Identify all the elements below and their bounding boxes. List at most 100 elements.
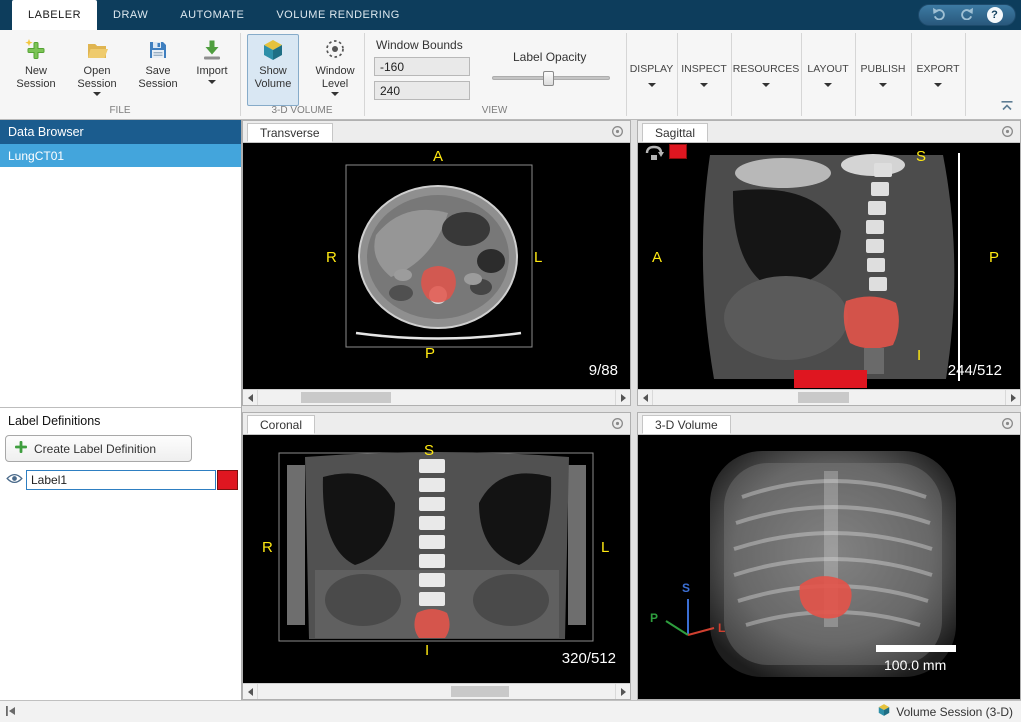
import-label: Import (196, 65, 228, 77)
ribbon-toolstrip: New Session Open Session Save Session Im… (0, 30, 1021, 120)
window-max-input[interactable] (374, 81, 470, 100)
orientation-superior: S (916, 148, 927, 165)
coronal-slice-scrollbar[interactable] (243, 683, 630, 699)
scroll-left-icon[interactable] (243, 390, 258, 405)
export-group-label: EXPORT (916, 63, 960, 75)
data-browser-item-lungct01[interactable]: LungCT01 (0, 144, 241, 167)
volume-cube-icon (261, 38, 285, 62)
resources-group-label: RESOURCES (732, 63, 800, 75)
window-level-label: Window Level (315, 65, 355, 90)
coronal-label-overlay (414, 609, 450, 638)
create-label-plus-icon (14, 440, 28, 457)
label-name-input[interactable] (26, 470, 216, 490)
file-section-label: FILE (109, 105, 131, 116)
display-group-dropdown[interactable]: DISPLAY (628, 30, 675, 120)
volume3d-settings-icon[interactable] (1001, 417, 1014, 433)
scroll-left-icon[interactable] (638, 390, 653, 405)
ribbon-separator (911, 33, 912, 116)
window-min-input[interactable] (374, 57, 470, 76)
transverse-slice-scrollbar[interactable] (243, 389, 630, 405)
tab-draw[interactable]: DRAW (97, 0, 164, 30)
scale-bar (876, 645, 956, 652)
ribbon-separator (965, 33, 966, 116)
transverse-tab[interactable]: Transverse (247, 123, 333, 142)
transverse-image[interactable]: A R L P 9/88 (243, 143, 630, 389)
scroll-right-icon[interactable] (615, 684, 630, 699)
resources-group-dropdown[interactable]: RESOURCES (733, 30, 799, 120)
orientation-anterior: A (652, 249, 663, 266)
label-opacity-slider[interactable] (492, 71, 610, 86)
collapse-ribbon-icon[interactable] (1000, 100, 1014, 112)
sagittal-scroll-thumb[interactable] (798, 392, 849, 403)
publish-group-dropdown[interactable]: PUBLISH (857, 30, 909, 120)
transverse-slice-number: 9/88 (588, 362, 618, 379)
export-group-dropdown[interactable]: EXPORT (913, 30, 963, 120)
label-visibility-eye-icon[interactable] (6, 473, 24, 487)
scroll-right-icon[interactable] (1005, 390, 1020, 405)
axis-posterior-label: P (650, 611, 659, 625)
tab-volume-rendering[interactable]: VOLUME RENDERING (260, 0, 416, 30)
help-icon[interactable]: ? (986, 7, 1003, 23)
volume3d-tab[interactable]: 3-D Volume (642, 415, 731, 434)
ribbon-separator (677, 33, 678, 116)
display-dropdown-icon (647, 83, 656, 87)
orientation-anterior: A (433, 148, 444, 165)
undo-icon[interactable] (932, 7, 947, 23)
scroll-right-icon[interactable] (615, 390, 630, 405)
window-level-button[interactable]: Window Level (307, 34, 363, 106)
collapse-panel-icon[interactable] (5, 705, 17, 720)
label-opacity-slider-handle[interactable] (543, 71, 554, 86)
volume3d-image[interactable]: S P L 100.0 mm (638, 435, 1020, 699)
tab-labeler[interactable]: LABELER (12, 0, 98, 30)
transverse-settings-icon[interactable] (611, 125, 624, 141)
axis-superior-label: S (682, 581, 691, 595)
axis-left-label: L (718, 621, 726, 635)
view-section-label: VIEW (481, 105, 508, 116)
scale-bar-label: 100.0 mm (884, 657, 947, 673)
sagittal-tab[interactable]: Sagittal (642, 123, 709, 142)
publish-dropdown-icon (879, 83, 887, 87)
orientation-right: R (326, 249, 337, 266)
inspect-group-dropdown[interactable]: INSPECT (679, 30, 729, 120)
window-level-dropdown-icon (331, 92, 339, 97)
session-status-label: Volume Session (3-D) (896, 704, 1013, 719)
tab-automate[interactable]: AUTOMATE (164, 0, 260, 30)
orientation-left: L (534, 249, 543, 266)
layout-group-label: LAYOUT (807, 63, 849, 75)
coronal-slice-number: 320/512 (561, 650, 616, 667)
layout-group-dropdown[interactable]: LAYOUT (803, 30, 853, 120)
create-label-definition-button[interactable]: Create Label Definition (5, 435, 192, 462)
sagittal-slice-scrollbar[interactable] (638, 389, 1020, 405)
coronal-image[interactable]: S R L I 320/512 (243, 435, 630, 683)
volume3d-render (665, 451, 956, 677)
coronal-scroll-thumb[interactable] (451, 686, 509, 697)
resources-dropdown-icon (762, 83, 770, 87)
orientation-right: R (262, 539, 273, 556)
orientation-posterior: P (425, 345, 436, 362)
transverse-label-overlay (421, 266, 456, 303)
show-volume-toggle[interactable]: Show Volume (247, 34, 299, 106)
redo-icon[interactable] (959, 7, 974, 23)
sagittal-settings-icon[interactable] (1001, 125, 1014, 141)
save-session-button[interactable]: Save Session (132, 34, 184, 106)
volume3d-header: 3-D Volume (638, 413, 1020, 435)
ribbon-separator (364, 33, 365, 116)
label-color-swatch[interactable] (217, 470, 238, 490)
new-session-icon (24, 38, 48, 62)
coronal-tab[interactable]: Coronal (247, 415, 316, 434)
left-panel: Data Browser LungCT01 Label Definitions … (0, 120, 242, 700)
publish-group-label: PUBLISH (860, 63, 906, 75)
scroll-left-icon[interactable] (243, 684, 258, 699)
show-volume-label: Show Volume (254, 65, 292, 90)
volume3d-viewport: 3-D Volume S P L 100.0 mm (637, 412, 1021, 700)
transverse-scroll-thumb[interactable] (301, 392, 391, 403)
orientation-left: L (601, 539, 610, 556)
toolstrip-tab-bar: LABELER DRAW AUTOMATE VOLUME RENDERING ? (0, 0, 1021, 30)
coronal-settings-icon[interactable] (611, 417, 624, 433)
import-button[interactable]: Import (190, 34, 234, 106)
open-session-button[interactable]: Open Session (68, 34, 126, 106)
coronal-viewport: Coronal S R L I 320/512 (242, 412, 631, 700)
sagittal-image[interactable]: S A P I 244/512 (638, 143, 1020, 389)
new-session-label: New Session (16, 65, 56, 90)
new-session-button[interactable]: New Session (10, 34, 62, 106)
